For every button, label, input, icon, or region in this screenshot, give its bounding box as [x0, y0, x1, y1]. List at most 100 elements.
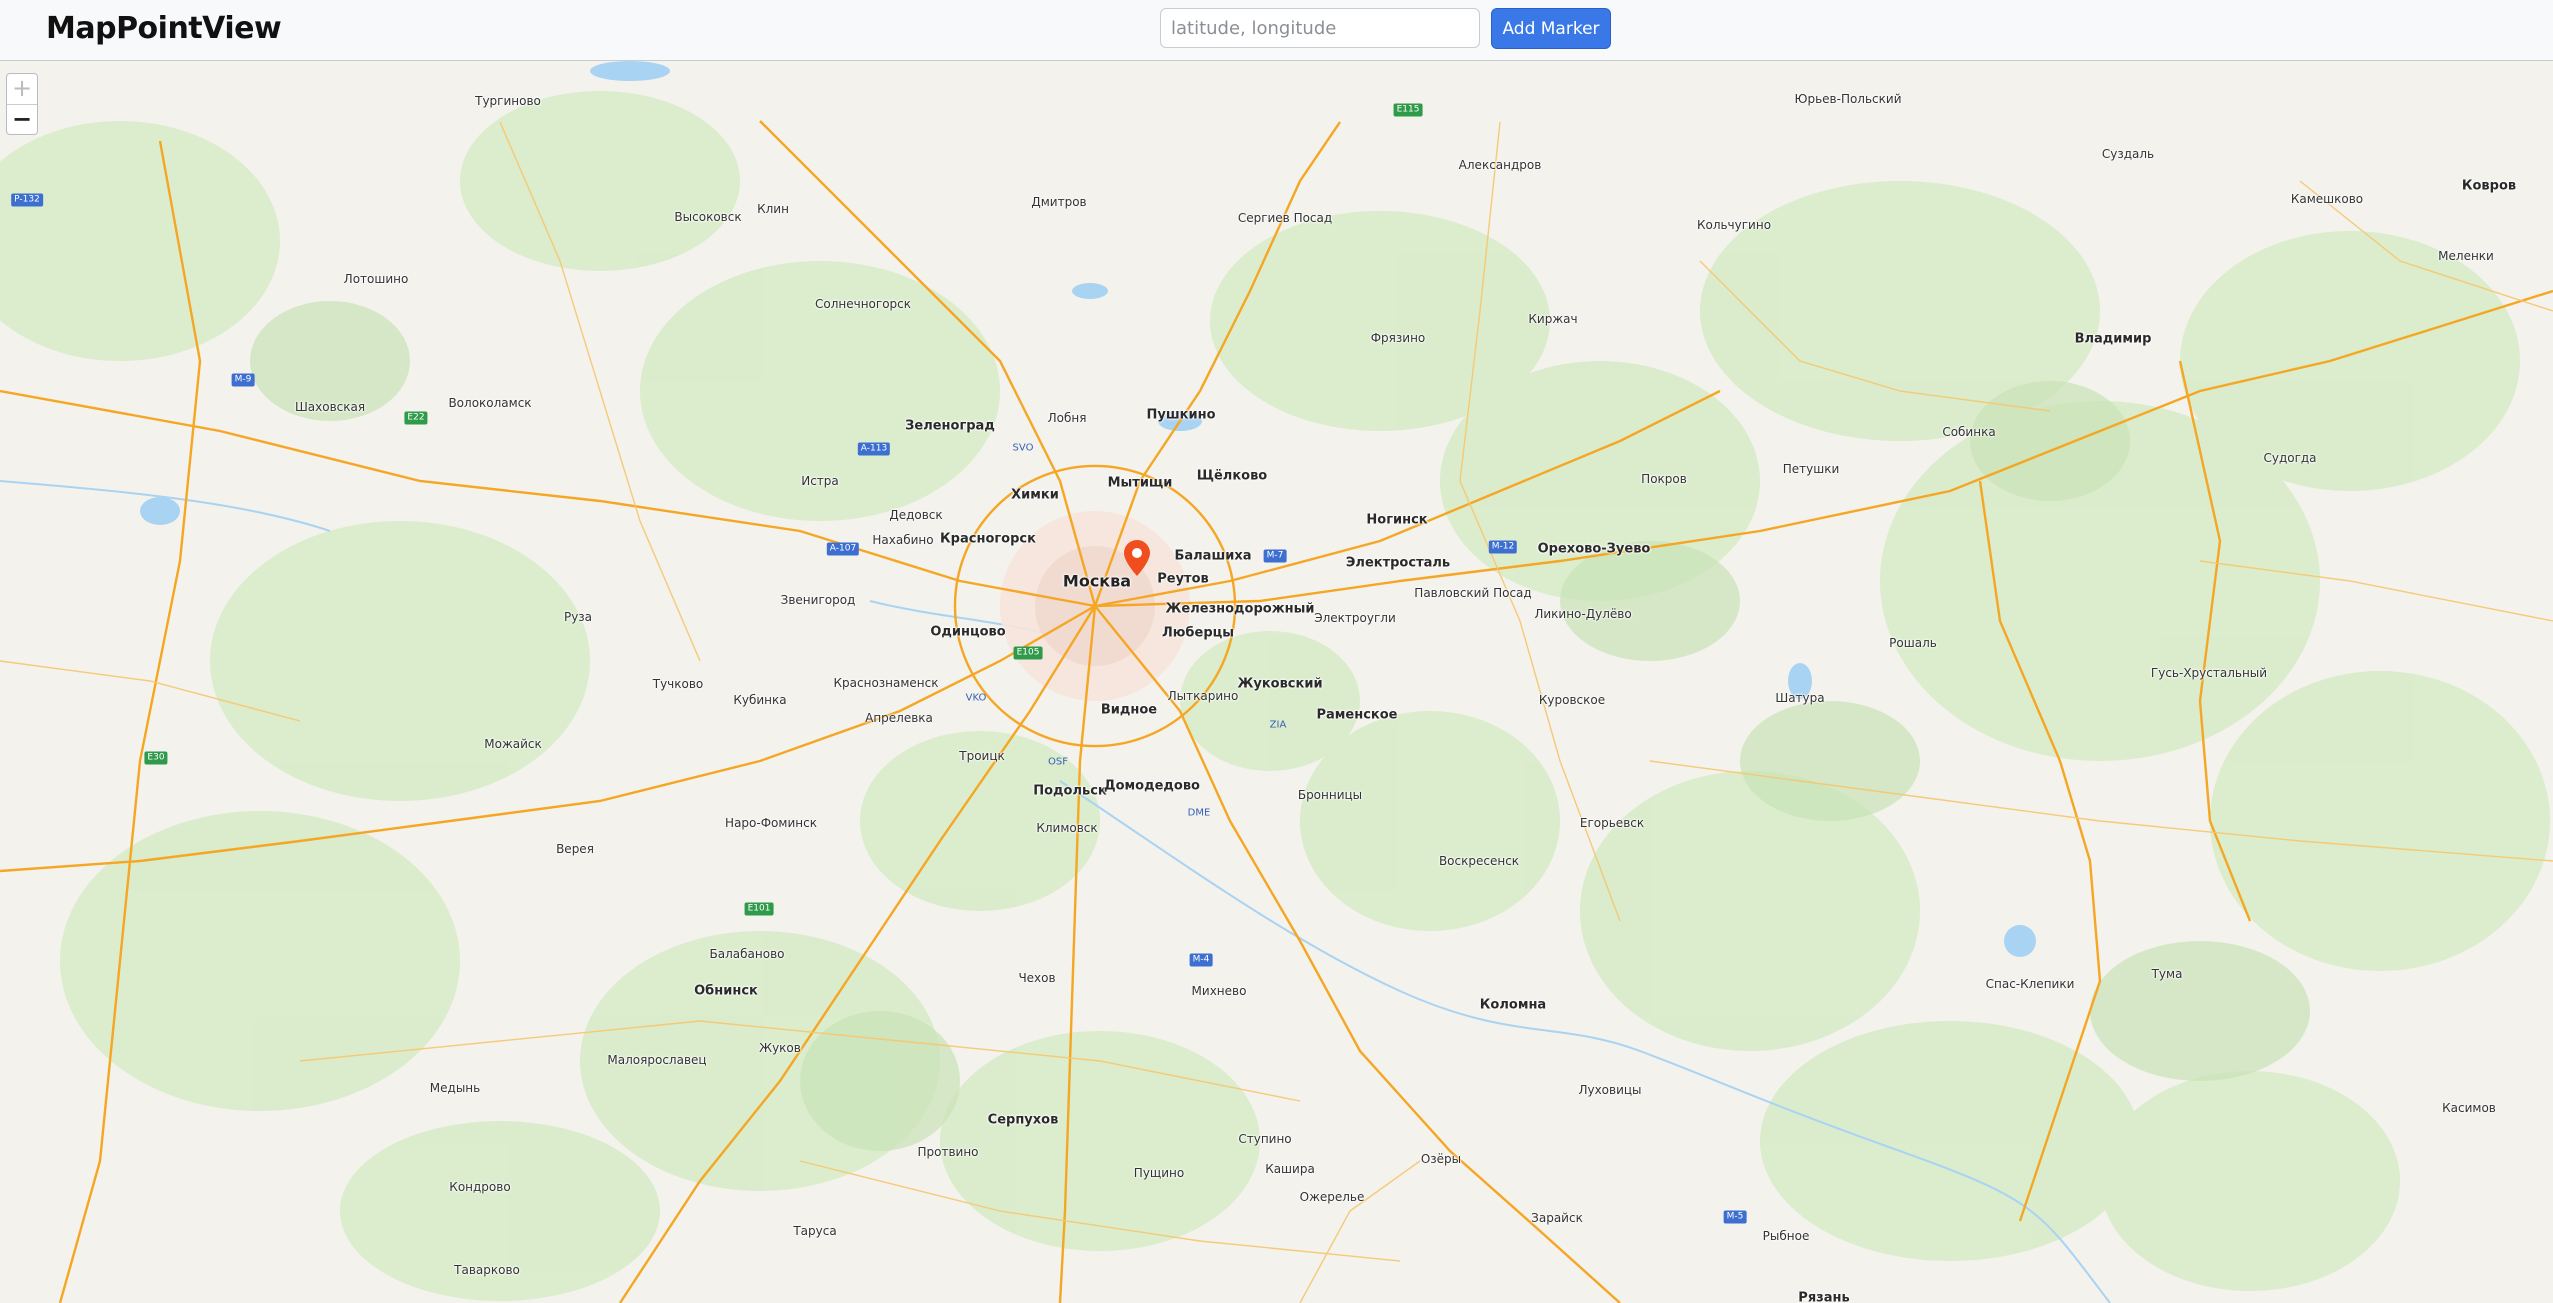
- town-label: Шаховская: [294, 400, 366, 414]
- location-pin-icon[interactable]: [1124, 540, 1150, 580]
- road-shield: E105: [1013, 646, 1043, 660]
- city-label: Домодедово: [1104, 778, 1200, 794]
- airport-label: VKO: [965, 692, 987, 704]
- road-shield: E22: [404, 411, 428, 425]
- town-label: Кубинка: [733, 693, 787, 707]
- town-label: Зарайск: [1531, 1211, 1583, 1225]
- city-label: Обнинск: [694, 983, 758, 999]
- town-label: Озёры: [1420, 1152, 1462, 1166]
- town-label: Медынь: [429, 1081, 481, 1095]
- town-label: Таруса: [793, 1224, 837, 1238]
- town-label: Касимов: [2442, 1101, 2496, 1115]
- city-label: Серпухов: [987, 1112, 1059, 1128]
- coordinate-input[interactable]: [1160, 8, 1480, 48]
- town-label: Ступино: [1238, 1132, 1292, 1146]
- town-label: Пущино: [1133, 1166, 1185, 1180]
- add-marker-button[interactable]: Add Marker: [1491, 8, 1611, 49]
- city-label: Коломна: [1479, 997, 1547, 1013]
- road-shield: M-4: [1189, 953, 1213, 967]
- city-label: Владимир: [2074, 331, 2152, 347]
- town-label: Петушки: [1782, 462, 1840, 476]
- town-label: Троицк: [959, 749, 1005, 763]
- town-label: Клин: [757, 202, 789, 216]
- road-shield: A-113: [857, 442, 891, 456]
- city-label: Орехово-Зуево: [1537, 541, 1651, 557]
- city-label: Пушкино: [1146, 407, 1216, 423]
- app-title: MapPointView: [46, 11, 282, 46]
- town-label: Лотошино: [343, 272, 409, 286]
- town-label: Малоярославец: [607, 1053, 707, 1067]
- city-label: Балашиха: [1174, 548, 1252, 564]
- town-label: Электроугли: [1314, 611, 1396, 625]
- town-label: Тучково: [652, 677, 704, 691]
- city-label: Люберцы: [1161, 625, 1235, 641]
- town-label: Высоковск: [674, 210, 742, 224]
- town-label: Руза: [563, 610, 593, 624]
- town-label: Ожерелье: [1299, 1190, 1365, 1204]
- town-label: Бронницы: [1297, 788, 1363, 802]
- airport-label: OSF: [1048, 756, 1068, 768]
- city-label: Железнодорожный: [1165, 601, 1315, 617]
- road-shield: E30: [144, 751, 168, 765]
- town-label: Суздаль: [2101, 147, 2155, 161]
- town-label: Юрьев-Польский: [1794, 92, 1902, 106]
- town-label: Тургиново: [475, 94, 541, 108]
- town-label: Солнечногорск: [814, 297, 912, 311]
- city-label: Коврoв: [2461, 178, 2517, 194]
- town-label: Спас-Клепики: [1985, 977, 2075, 991]
- town-label: Истра: [801, 474, 839, 488]
- town-label: Гусь-Хрустальный: [2150, 666, 2268, 680]
- map-canvas[interactable]: Москва Химки Мытищи Балашиха Реутов Любе…: [0, 61, 2553, 1303]
- town-label: Павловский Посад: [1414, 586, 1532, 600]
- zoom-out-button[interactable]: −: [7, 105, 37, 135]
- town-label: Жуков: [759, 1041, 801, 1055]
- town-label: Егорьевск: [1579, 816, 1645, 830]
- town-label: Киржач: [1528, 312, 1578, 326]
- city-label: Химки: [1011, 487, 1059, 503]
- airport-label: ZIA: [1269, 719, 1287, 731]
- town-label: Волоколамск: [448, 396, 532, 410]
- app-header: MapPointView Add Marker: [0, 0, 2553, 61]
- town-label: Верея: [556, 842, 594, 856]
- airport-label: DME: [1187, 807, 1211, 819]
- road-shield: M-9: [231, 373, 255, 387]
- town-label: Александров: [1458, 158, 1542, 172]
- town-label: Дмитров: [1031, 195, 1087, 209]
- road-shield: M-5: [1723, 1210, 1747, 1224]
- zoom-in-button[interactable]: +: [7, 74, 37, 105]
- town-label: Звенигород: [780, 593, 856, 607]
- town-label: Шатура: [1775, 691, 1825, 705]
- road-shield: E101: [744, 902, 774, 916]
- city-label: Подольск: [1033, 783, 1107, 799]
- town-label: Луховицы: [1578, 1083, 1642, 1097]
- town-label: Дедовск: [889, 508, 943, 522]
- town-label: Михнево: [1191, 984, 1247, 998]
- town-label: Рыбное: [1762, 1229, 1810, 1243]
- road-shield: A-107: [826, 542, 860, 556]
- town-label: Таварково: [454, 1263, 520, 1277]
- town-label: Протвино: [917, 1145, 979, 1159]
- town-label: Фрязино: [1370, 331, 1426, 345]
- road-shield: M-12: [1488, 540, 1518, 554]
- town-label: Наро-Фоминск: [725, 816, 817, 830]
- zoom-control: + −: [6, 73, 38, 135]
- town-label: Кольчугино: [1696, 218, 1772, 232]
- city-label: Зеленоград: [905, 418, 995, 434]
- town-label: Апрелевка: [865, 711, 933, 725]
- town-label: Лобня: [1047, 411, 1087, 425]
- town-label: Камешково: [2290, 192, 2364, 206]
- town-label: Балабаново: [709, 947, 785, 961]
- city-label: Щёлково: [1196, 468, 1268, 484]
- city-label: Ногинск: [1366, 512, 1428, 528]
- road-shield: P-132: [11, 193, 43, 207]
- town-label: Кондрово: [449, 1180, 511, 1194]
- airport-label: SVO: [1012, 442, 1034, 454]
- town-label: Рошаль: [1889, 636, 1937, 650]
- town-label: Можайск: [484, 737, 542, 751]
- city-label: Красногорск: [940, 531, 1036, 547]
- town-label: Судогда: [2263, 451, 2317, 465]
- town-label: Покров: [1641, 472, 1687, 486]
- road-shield: E115: [1393, 103, 1423, 117]
- town-label: Воскресенск: [1438, 854, 1520, 868]
- city-label: Реутов: [1157, 571, 1209, 587]
